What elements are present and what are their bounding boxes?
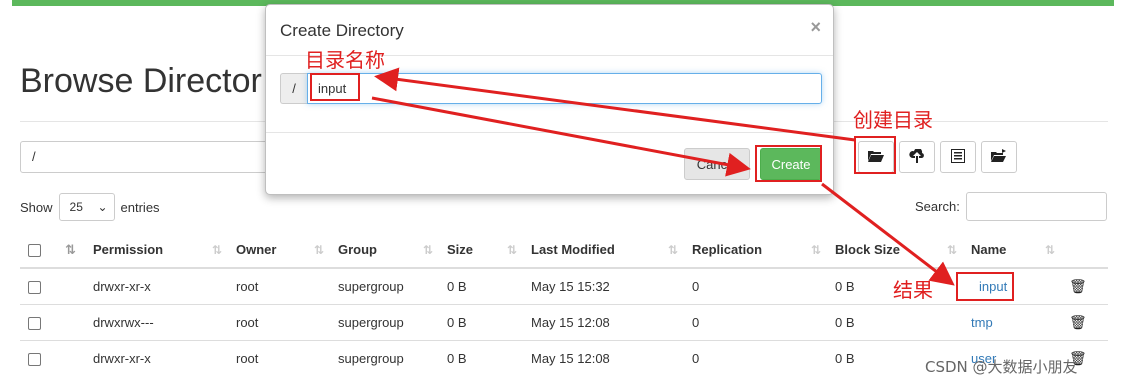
annotation-arrows [371, 67, 955, 286]
arrow-to-create [371, 96, 751, 177]
watermark: CSDN @大数据小朋友 [925, 358, 1078, 376]
arrow-to-result [821, 182, 955, 286]
arrow-to-input [374, 67, 856, 142]
